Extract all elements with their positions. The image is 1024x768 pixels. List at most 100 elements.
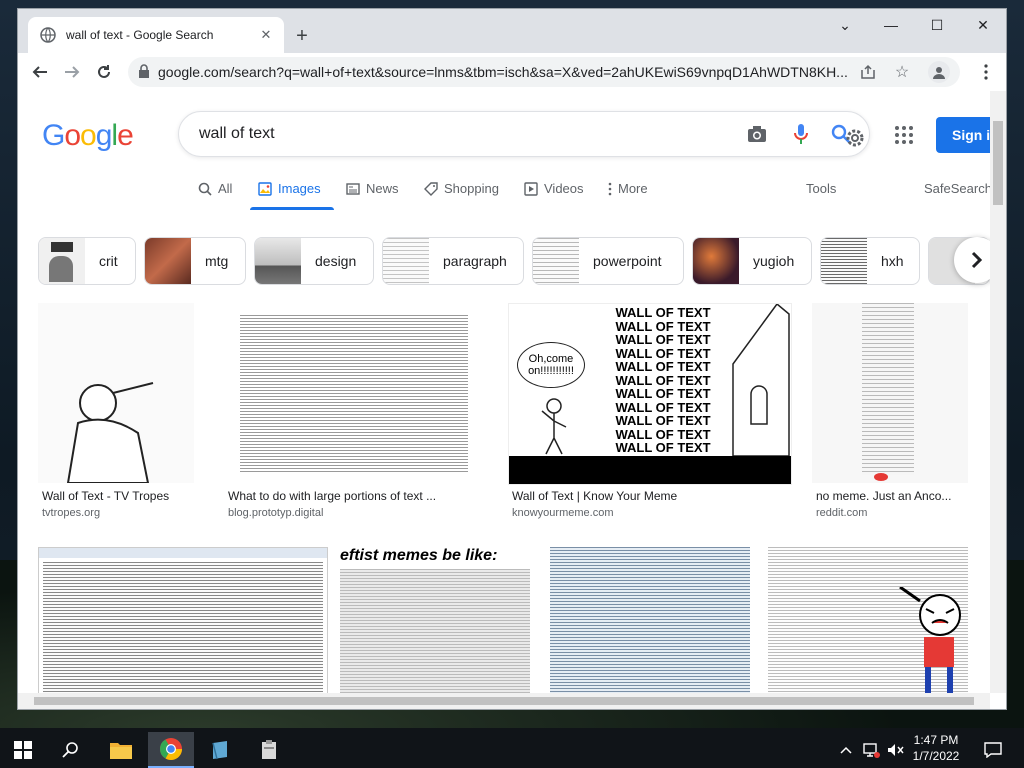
result-thumbnail: eftist memes be like:: [340, 547, 530, 697]
forward-arrow-icon[interactable]: [58, 58, 86, 86]
image-result[interactable]: [768, 547, 970, 697]
meme-ground: [509, 456, 791, 484]
back-arrow-icon[interactable]: [26, 58, 54, 86]
apps-grid-icon[interactable]: [894, 125, 914, 145]
chip-label: powerpoint: [593, 253, 662, 269]
vertical-scrollbar[interactable]: [990, 91, 1006, 693]
result-thumbnail: [38, 547, 328, 699]
volume-muted-icon[interactable]: [884, 732, 906, 768]
image-result[interactable]: Wall of Text - TV Tropes tvtropes.org: [38, 303, 198, 523]
minimize-button[interactable]: —: [868, 9, 914, 41]
tab-more[interactable]: More: [608, 181, 648, 196]
wall-line: WALL OF TEXT: [615, 318, 711, 334]
reload-icon[interactable]: [90, 58, 118, 86]
result-title[interactable]: Wall of Text - TV Tropes: [42, 489, 198, 503]
bookmark-star-icon[interactable]: ☆: [892, 62, 912, 82]
network-icon[interactable]: [860, 732, 882, 768]
result-title[interactable]: What to do with large portions of text .…: [228, 489, 488, 503]
chip-yugioh[interactable]: yugioh: [692, 237, 812, 285]
image-icon: [258, 181, 272, 196]
chip-label: paragraph: [443, 253, 507, 269]
play-icon: [524, 181, 538, 196]
chip-thumbnail: [255, 238, 301, 284]
wall-line: WALL OF TEXT: [615, 332, 711, 347]
tools-button[interactable]: Tools: [806, 181, 836, 196]
maximize-button[interactable]: ☐: [914, 9, 960, 41]
chip-design[interactable]: design: [254, 237, 374, 285]
result-thumbnail: [768, 547, 968, 697]
address-bar[interactable]: google.com/search?q=wall+of+text&source=…: [128, 57, 960, 87]
speech-bubble: Oh,come on!!!!!!!!!!!: [517, 342, 585, 388]
browser-window: wall of text - Google Search ✕ + ⌄ — ☐ ✕…: [18, 9, 1006, 709]
title-bar: wall of text - Google Search ✕ + ⌄ — ☐ ✕: [18, 9, 1006, 53]
browser-tab[interactable]: wall of text - Google Search ✕: [28, 17, 284, 53]
file-explorer-icon[interactable]: [98, 732, 144, 768]
profile-avatar-icon[interactable]: [928, 61, 950, 83]
windows-start-icon[interactable]: [0, 732, 46, 768]
scrollbar-thumb[interactable]: [993, 121, 1003, 205]
lock-icon: [138, 64, 150, 83]
tab-news[interactable]: News: [346, 181, 399, 196]
result-thumbnail: Oh,come on!!!!!!!!!!! WALL OF TEXT WALL …: [508, 303, 792, 485]
tab-images-label: Images: [278, 181, 321, 196]
microphone-icon[interactable]: [789, 122, 813, 146]
share-icon[interactable]: [858, 62, 878, 82]
wall-line: WALL OF TEXT: [615, 386, 711, 401]
browser-menu-icon[interactable]: [972, 58, 1000, 86]
chip-label: design: [315, 253, 357, 269]
google-logo[interactable]: Google: [42, 119, 134, 153]
tab-videos[interactable]: Videos: [524, 181, 584, 196]
image-result[interactable]: Oh,come on!!!!!!!!!!! WALL OF TEXT WALL …: [508, 303, 792, 523]
wall-line: WALL OF TEXT: [615, 426, 711, 442]
tab-close-icon[interactable]: ✕: [256, 25, 276, 45]
chip-paragraph[interactable]: paragraph: [382, 237, 524, 285]
result-title[interactable]: Wall of Text | Know Your Meme: [512, 489, 792, 503]
search-icon: [198, 182, 212, 196]
chevron-up-icon[interactable]: [836, 732, 856, 768]
search-input[interactable]: wall of text: [178, 111, 870, 157]
chip-label: crit: [99, 253, 118, 269]
archive-app-icon[interactable]: [246, 732, 292, 768]
new-tab-button[interactable]: +: [288, 23, 316, 49]
chrome-taskbar-icon[interactable]: [148, 732, 194, 768]
horizontal-scrollbar[interactable]: [18, 693, 990, 709]
result-thumbnail: [550, 547, 750, 697]
chip-powerpoint[interactable]: powerpoint: [532, 237, 684, 285]
scrollbar-thumb[interactable]: [34, 697, 974, 705]
image-result[interactable]: no meme. Just an Anco... reddit.com: [812, 303, 972, 523]
url-text: google.com/search?q=wall+of+text&source=…: [158, 64, 848, 80]
chip-mtg[interactable]: mtg: [144, 237, 246, 285]
active-tab-indicator: [250, 207, 334, 210]
image-result[interactable]: What to do with large portions of text .…: [224, 303, 488, 523]
notebook-app-icon[interactable]: [198, 732, 244, 768]
image-result[interactable]: [550, 547, 750, 697]
more-vert-icon: [608, 182, 612, 195]
camera-icon[interactable]: [745, 122, 769, 146]
chip-thumbnail: [145, 238, 191, 284]
tab-all-label: All: [218, 181, 233, 196]
close-button[interactable]: ✕: [960, 9, 1006, 41]
safesearch-button[interactable]: SafeSearch: [924, 181, 992, 196]
chip-hxh[interactable]: hxh: [820, 237, 920, 285]
wall-line: WALL OF TEXT: [615, 399, 711, 415]
chip-crit[interactable]: crit: [38, 237, 136, 285]
image-result[interactable]: eftist memes be like:: [340, 547, 532, 697]
tab-title: wall of text - Google Search: [66, 28, 214, 42]
image-result[interactable]: [38, 547, 328, 699]
tab-shopping[interactable]: Shopping: [424, 181, 499, 196]
tab-search-chevron-icon[interactable]: ⌄: [822, 9, 868, 41]
wall-line: WALL OF TEXT: [615, 359, 711, 374]
globe-icon: [40, 27, 56, 43]
search-icon[interactable]: [48, 732, 94, 768]
settings-gear-icon[interactable]: [843, 126, 867, 150]
notifications-icon[interactable]: [970, 732, 1016, 768]
tab-all[interactable]: All: [198, 181, 232, 196]
tab-images[interactable]: Images: [258, 181, 321, 196]
meme-caption: eftist memes be like:: [340, 547, 498, 564]
chip-thumbnail: [383, 238, 429, 284]
windows-taskbar: 1:47 PM 1/7/2022: [0, 728, 1024, 768]
result-title[interactable]: no meme. Just an Anco...: [816, 489, 972, 503]
system-clock[interactable]: 1:47 PM 1/7/2022: [906, 732, 966, 764]
result-source: reddit.com: [816, 507, 868, 519]
chip-thumbnail: [39, 238, 85, 284]
